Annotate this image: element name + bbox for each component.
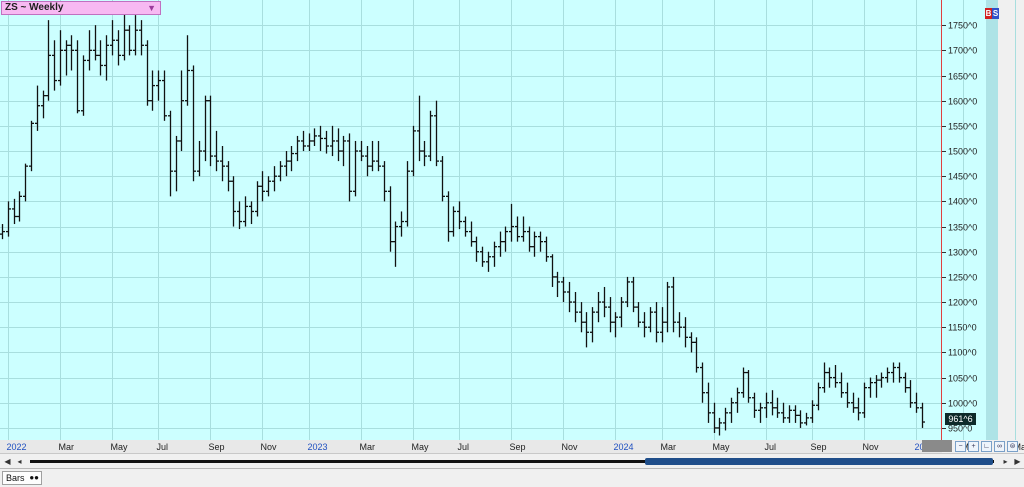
buy-sell-badge[interactable]: B S [985, 8, 999, 19]
scroll-right-icon[interactable]: ▸ [1000, 456, 1011, 467]
price-tick-label: 1450^0 [948, 172, 977, 182]
sell-badge[interactable]: S [992, 8, 999, 19]
date-tick-label: Sep [209, 442, 225, 452]
right-margin [998, 0, 1024, 440]
date-tick-label: Nov [863, 442, 880, 452]
shrink-icon[interactable]: ∟ [981, 441, 992, 452]
price-tick-label: 1700^0 [948, 46, 977, 56]
axis-corner-block [922, 440, 952, 452]
chart-area[interactable]: 950^0 1000^0 1050^0 1100^0 1150^0 1200^0 1250^… [0, 0, 1024, 487]
price-tick-label: 1200^0 [948, 298, 977, 308]
date-axis-labels: 2022 Mar May Jul Sep Nov 2023 Mar May Jul Sep Nov 20… [7, 442, 1024, 452]
expand-icon[interactable]: ∞ [994, 441, 1005, 452]
zoom-out-icon[interactable]: − [955, 441, 966, 452]
price-tick-label: 1650^0 [948, 72, 977, 82]
scroll-left-icon[interactable]: ◂ [14, 456, 25, 467]
fit-icon[interactable]: ⊜ [1007, 441, 1018, 452]
price-tick-label: 1750^0 [948, 21, 977, 31]
right-scroll-strip[interactable] [986, 0, 998, 440]
date-tick-label: Nov [261, 442, 278, 452]
date-tick-label: May [412, 442, 430, 452]
date-tick-label: Jul [458, 442, 470, 452]
axis-buttons: − + ∟ ∞ ⊜ [955, 441, 1018, 452]
horizontal-scrollbar[interactable]: ◀ ◂ ▸ ▶ [0, 453, 1024, 468]
date-tick-label: Jul [765, 442, 777, 452]
price-tick-label: 1100^0 [948, 348, 977, 358]
scroll-last-icon[interactable]: ▶ [1012, 456, 1023, 467]
date-tick-label: May [713, 442, 731, 452]
tab-options-icon[interactable]: ●● [29, 472, 39, 484]
tab-bars[interactable]: Bars ●● [2, 471, 42, 485]
date-tick-label: Sep [811, 442, 827, 452]
price-tick-label: 1150^0 [948, 323, 977, 333]
price-tick-label: 1500^0 [948, 147, 977, 157]
dropdown-arrow-icon[interactable]: ▼ [147, 2, 156, 14]
chart-background [0, 0, 942, 440]
scroll-first-icon[interactable]: ◀ [2, 456, 13, 467]
symbol-label: ZS ~ Weekly [5, 2, 64, 13]
date-tick-label: 2022 [7, 442, 27, 452]
price-tick-label: 1050^0 [948, 374, 977, 384]
scroll-thumb[interactable] [645, 458, 993, 465]
date-tick-label: Jul [157, 442, 169, 452]
chart-tab-bar: Bars ●● [0, 468, 1024, 487]
date-tick-label: Sep [510, 442, 526, 452]
date-tick-label: 2024 [614, 442, 634, 452]
date-tick-label: May [111, 442, 129, 452]
price-tick-label: 1000^0 [948, 399, 977, 409]
price-tick-label: 1600^0 [948, 97, 977, 107]
price-tick-label: 1300^0 [948, 248, 977, 258]
date-tick-label: Nov [562, 442, 579, 452]
price-tick-label: 950^0 [948, 424, 972, 434]
date-tick-label: Mar [360, 442, 376, 452]
price-tick-label: 1350^0 [948, 223, 977, 233]
date-tick-label: Mar [661, 442, 677, 452]
price-tick-label: 1550^0 [948, 122, 977, 132]
price-tick-label: 1400^0 [948, 197, 977, 207]
date-axis-background [0, 440, 942, 453]
price-tick-label: 1250^0 [948, 273, 977, 283]
date-tick-label: Mar [59, 442, 75, 452]
date-tick-label: 2023 [308, 442, 328, 452]
tab-bars-label: Bars [6, 473, 25, 483]
last-price-tag: 961^6 [945, 413, 976, 425]
buy-badge[interactable]: B [985, 8, 992, 19]
zoom-in-icon[interactable]: + [968, 441, 979, 452]
symbol-selector[interactable]: ZS ~ Weekly ▼ [1, 1, 161, 15]
